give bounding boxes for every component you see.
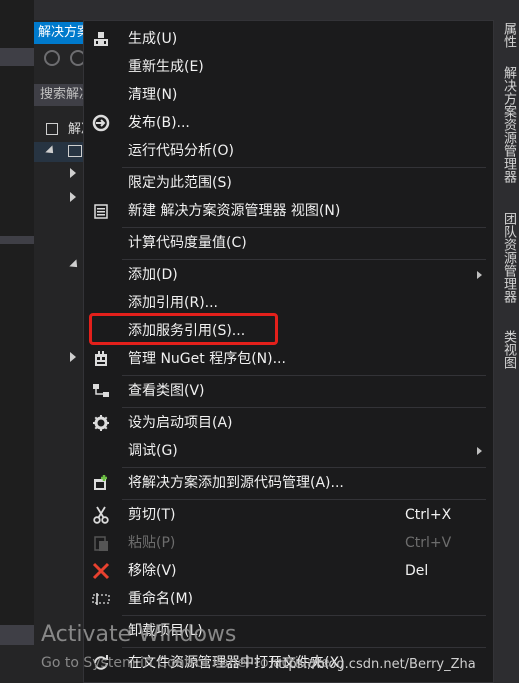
menu-item-paste: 粘贴(P) Ctrl+V (84, 529, 493, 557)
paste-icon (94, 536, 108, 551)
menu-item-label: 将解决方案添加到源代码管理(A)... (128, 475, 344, 491)
class-diagram-icon (93, 384, 109, 397)
menu-item-run-code-analysis[interactable]: 运行代码分析(O) (84, 137, 493, 165)
tree-solution-label: 解决方案 (68, 122, 84, 137)
new-view-icon (94, 204, 108, 219)
tab-team-explorer[interactable]: 团队资源管理器 (496, 212, 516, 303)
forward-icon[interactable] (70, 50, 84, 66)
back-icon[interactable] (44, 50, 60, 66)
gear-icon (93, 415, 109, 431)
expand-right-icon[interactable] (70, 168, 76, 178)
menu-item-code-metrics[interactable]: 计算代码度量值(C) (84, 229, 493, 257)
source-control-icon (94, 475, 107, 490)
activate-windows-watermark: Activate Windows (41, 622, 237, 647)
menu-item-label: 新建 解决方案资源管理器 视图(N) (128, 203, 341, 219)
publish-icon (92, 114, 110, 132)
menu-item-add[interactable]: 添加(D) (84, 261, 493, 289)
menu-item-build[interactable]: 生成(U) (84, 25, 493, 53)
menu-separator (122, 407, 486, 408)
build-icon (94, 32, 108, 46)
solution-icon (46, 123, 58, 135)
expand-right-icon[interactable] (70, 352, 76, 362)
scissors-icon (93, 506, 109, 524)
editor-tab-strip (0, 48, 34, 66)
expand-down-icon[interactable] (45, 145, 57, 157)
menu-item-manage-nuget[interactable]: 管理 NuGet 程序包(N)... (84, 345, 493, 373)
menu-item-debug[interactable]: 调试(G) (84, 437, 493, 465)
solution-explorer-panel: 解决方案资源管理器 搜索解决方案资源管理器 解决方案 (34, 20, 84, 683)
shortcut-label: Ctrl+X (405, 507, 452, 523)
menu-item-rename[interactable]: 重命名(M) (84, 585, 493, 613)
tree-row-solution[interactable]: 解决方案 (34, 120, 84, 140)
annotation-highlight-box (89, 313, 278, 345)
menu-separator (122, 647, 486, 648)
tab-solution-explorer[interactable]: 解决方案资源管理器 (496, 66, 516, 183)
csharp-project-icon (68, 145, 82, 157)
menu-item-publish[interactable]: 发布(B)... (84, 109, 493, 137)
menu-item-label: 剪切(T) (128, 507, 176, 523)
menu-item-label: 计算代码度量值(C) (128, 235, 247, 251)
rename-icon (92, 593, 110, 605)
menu-separator (122, 467, 486, 468)
expand-down-icon[interactable] (69, 259, 81, 271)
shortcut-label: Del (405, 563, 429, 579)
menu-item-cut[interactable]: 剪切(T) Ctrl+X (84, 501, 493, 529)
context-menu: 生成(U) 重新生成(E) 清理(N) 发布(B)... 运行代码分析(O) 限… (83, 20, 494, 683)
menu-item-set-startup[interactable]: 设为启动项目(A) (84, 409, 493, 437)
solution-explorer-title[interactable]: 解决方案资源管理器 (34, 22, 84, 44)
submenu-arrow-icon (477, 271, 482, 279)
solution-search-input[interactable]: 搜索解决方案资源管理器 (34, 84, 84, 106)
menu-item-new-view[interactable]: 新建 解决方案资源管理器 视图(N) (84, 197, 493, 225)
menu-item-clean[interactable]: 清理(N) (84, 81, 493, 109)
menu-item-label: 重命名(M) (128, 591, 194, 607)
editor-scroll-area[interactable] (0, 645, 34, 683)
menu-item-label: 添加(D) (128, 267, 178, 283)
menu-item-label: 生成(U) (128, 31, 178, 47)
submenu-arrow-icon (477, 447, 482, 455)
menu-separator (122, 499, 486, 500)
menu-item-label: 移除(V) (128, 563, 177, 579)
menu-separator (122, 375, 486, 376)
menu-item-label: 设为启动项目(A) (128, 415, 233, 431)
nuget-icon (95, 351, 107, 366)
menu-item-label: 限定为此范围(S) (128, 175, 232, 191)
menu-item-add-to-source-control[interactable]: 将解决方案添加到源代码管理(A)... (84, 469, 493, 497)
editor-status-strip (0, 625, 34, 645)
editor-divider (0, 236, 34, 244)
menu-item-label: 清理(N) (128, 87, 178, 103)
menu-item-label: 粘贴(P) (128, 535, 176, 551)
menu-item-label: 重新生成(E) (128, 59, 204, 75)
menu-item-rebuild[interactable]: 重新生成(E) (84, 53, 493, 81)
menu-separator (122, 227, 486, 228)
menu-item-view-class-diagram[interactable]: 查看类图(V) (84, 377, 493, 405)
menu-item-remove[interactable]: 移除(V) Del (84, 557, 493, 585)
expand-right-icon[interactable] (70, 192, 76, 202)
editor-pane (0, 0, 34, 683)
menu-item-label: 运行代码分析(O) (128, 143, 234, 159)
menu-item-label: 发布(B)... (128, 115, 190, 131)
menu-separator (122, 259, 486, 260)
right-tool-tabs: 属性 解决方案资源管理器 团队资源管理器 类视图 (494, 0, 519, 683)
tab-properties[interactable]: 属性 (496, 22, 516, 48)
menu-item-scope-to-this[interactable]: 限定为此范围(S) (84, 169, 493, 197)
remove-x-icon (92, 562, 110, 580)
menu-item-label: 查看类图(V) (128, 383, 205, 399)
blog-credit-watermark: https://blog.csdn.net/Berry_Zha (270, 657, 476, 672)
menu-separator (122, 167, 486, 168)
menu-item-label: 调试(G) (128, 443, 178, 459)
menu-item-label: 管理 NuGet 程序包(N)... (128, 351, 286, 367)
tab-class-view[interactable]: 类视图 (496, 330, 516, 369)
shortcut-label: Ctrl+V (405, 535, 452, 551)
menu-separator (122, 615, 486, 616)
tree-row-project[interactable] (34, 142, 84, 162)
